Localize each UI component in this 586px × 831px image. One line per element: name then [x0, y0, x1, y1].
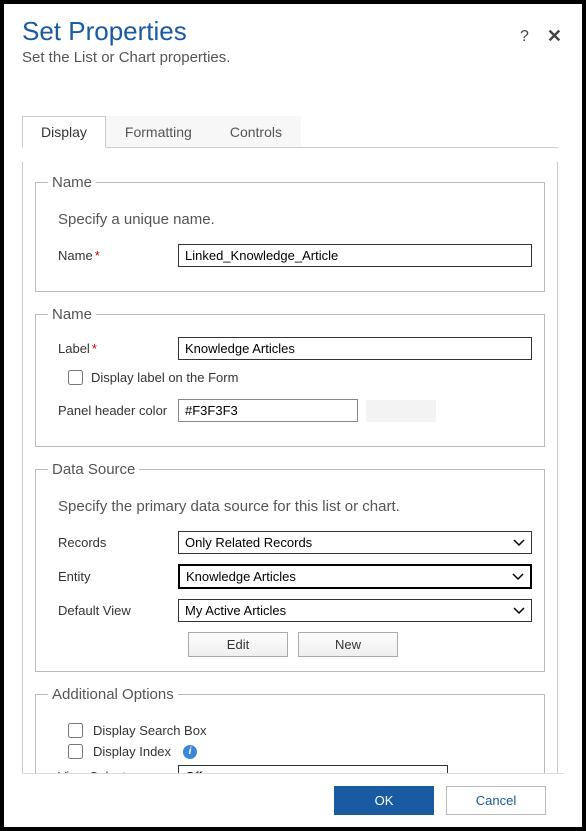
scroll-area[interactable]: Display Formatting Controls Name Specify… [22, 116, 564, 773]
dialog-subtitle: Set the List or Chart properties. [22, 49, 230, 66]
label-label: Label* [48, 341, 178, 356]
fieldset-name-unique: Name Specify a unique name. Name* [35, 174, 545, 292]
legend-datasource: Data Source [48, 461, 139, 478]
datasource-desc: Specify the primary data source for this… [58, 498, 532, 515]
display-search-box-checkbox[interactable] [68, 723, 83, 738]
info-icon[interactable]: i [183, 745, 197, 759]
entity-label: Entity [48, 569, 178, 584]
defaultview-label: Default View [48, 603, 178, 618]
display-index-checkbox[interactable] [68, 744, 83, 759]
label-input[interactable] [178, 337, 532, 360]
help-icon[interactable]: ? [520, 28, 529, 46]
close-icon[interactable]: ✕ [547, 26, 562, 47]
legend-additional: Additional Options [48, 686, 178, 703]
tab-content: Name Specify a unique name. Name* Name L… [22, 162, 558, 773]
edit-button[interactable]: Edit [188, 632, 288, 657]
tab-display[interactable]: Display [22, 116, 106, 148]
entity-select[interactable]: Knowledge Articles [178, 564, 532, 589]
tab-formatting[interactable]: Formatting [106, 116, 211, 147]
tab-bar: Display Formatting Controls [22, 116, 558, 148]
panel-header-color-input[interactable] [178, 399, 358, 422]
display-label-checkbox[interactable] [68, 370, 83, 385]
name1-label: Name* [48, 248, 178, 263]
defaultview-select[interactable]: My Active Articles [178, 599, 532, 622]
display-label-text: Display label on the Form [91, 370, 238, 385]
display-index-label: Display Index [93, 744, 171, 759]
records-label: Records [48, 535, 178, 550]
panel-header-color-label: Panel header color [48, 403, 178, 418]
name1-desc: Specify a unique name. [58, 211, 532, 228]
cancel-button[interactable]: Cancel [446, 786, 546, 815]
fieldset-data-source: Data Source Specify the primary data sou… [35, 461, 545, 672]
name-input[interactable] [178, 244, 532, 267]
legend-name1: Name [48, 174, 96, 191]
ok-button[interactable]: OK [334, 786, 434, 815]
fieldset-additional-options: Additional Options Display Search Box Di… [35, 686, 545, 773]
tab-controls[interactable]: Controls [211, 116, 301, 147]
panel-header-color-swatch [366, 400, 436, 422]
display-search-box-label: Display Search Box [93, 723, 206, 738]
legend-name2: Name [48, 306, 96, 323]
records-select[interactable]: Only Related Records [178, 531, 532, 554]
view-selector-select[interactable]: Off [178, 765, 448, 773]
new-button[interactable]: New [298, 632, 398, 657]
fieldset-name-label: Name Label* Display label on the Form Pa… [35, 306, 545, 447]
dialog-title: Set Properties [22, 16, 230, 47]
dialog-footer: OK Cancel [22, 773, 564, 827]
